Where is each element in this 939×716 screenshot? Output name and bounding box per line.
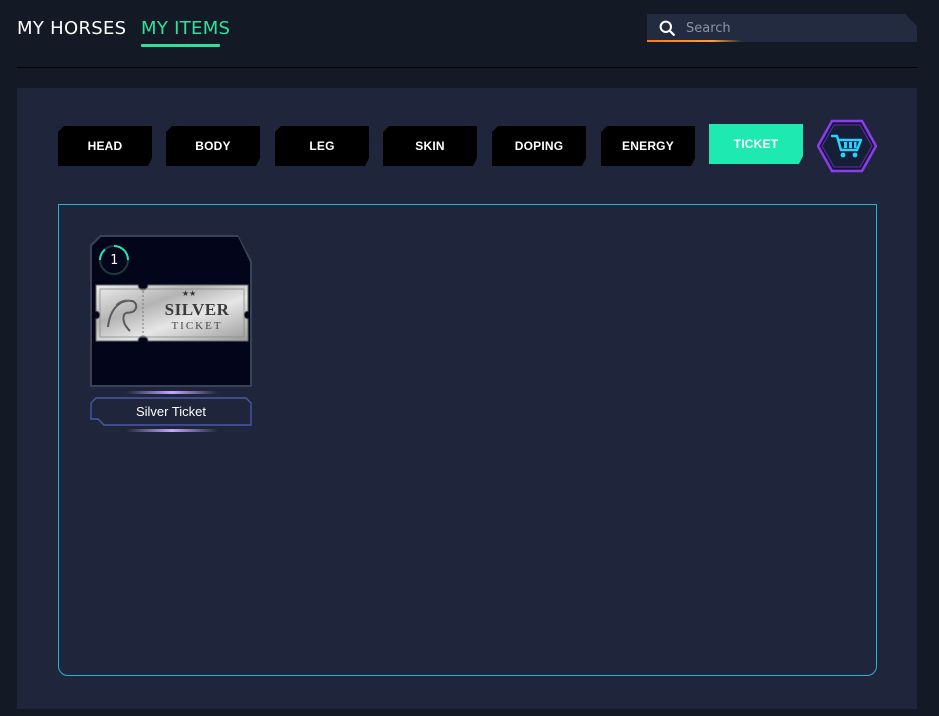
category-leg[interactable]: LEG [275, 126, 369, 166]
svg-text:★★: ★★ [182, 289, 196, 298]
item-name: Silver Ticket [135, 403, 207, 419]
name-glow-bottom [126, 429, 218, 432]
item-card-silver-ticket[interactable]: 1 ★★ SILVER TICKET Silver Ticket [90, 235, 254, 435]
name-glow-top [126, 391, 218, 394]
silver-ticket-image: ★★ SILVER TICKET [95, 284, 249, 342]
tab-my-items[interactable]: MY ITEMS [141, 18, 231, 47]
shopping-cart-icon [816, 119, 878, 173]
item-image-area: 1 ★★ SILVER TICKET [92, 237, 250, 385]
items-grid: 1 ★★ SILVER TICKET Silver Ticket [58, 204, 877, 676]
top-nav: MY HORSES MY ITEMS [0, 0, 939, 68]
shop-cart-button[interactable] [816, 119, 878, 173]
tab-my-items-label: MY ITEMS [141, 18, 231, 39]
category-doping[interactable]: DOPING [492, 126, 586, 166]
category-ticket[interactable]: TICKET [709, 124, 803, 164]
category-head[interactable]: HEAD [58, 126, 152, 166]
search-icon [659, 20, 675, 36]
quantity-badge: 1 [110, 252, 118, 268]
category-skin[interactable]: SKIN [383, 126, 477, 166]
search-input[interactable] [684, 14, 908, 42]
category-energy[interactable]: ENERGY [601, 126, 695, 166]
items-panel: HEAD BODY LEG SKIN DOPING ENERGY TICKET [17, 88, 917, 709]
svg-text:SILVER: SILVER [165, 300, 230, 319]
tab-my-horses[interactable]: MY HORSES [17, 18, 126, 39]
svg-text:TICKET: TICKET [171, 320, 222, 332]
search-box [647, 14, 917, 42]
category-body[interactable]: BODY [166, 126, 260, 166]
active-tab-underline [141, 44, 220, 47]
search-underline [647, 40, 742, 42]
header-divider [17, 67, 917, 68]
tab-my-horses-label: MY HORSES [17, 18, 127, 39]
